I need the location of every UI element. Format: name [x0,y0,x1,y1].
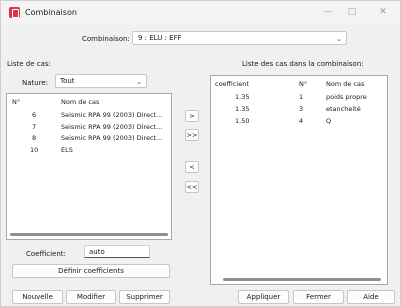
new-button[interactable]: Nouvelle [12,290,63,304]
combination-list-title: Liste des cas dans la combinaison: [242,60,364,68]
combinaison-value: 9 : ELU : EFF [138,34,182,42]
nature-value: Tout [60,77,75,85]
horizontal-scrollbar[interactable] [223,278,381,281]
minimize-icon[interactable]: — [320,5,336,19]
table-row[interactable]: 7 Seismic RPA 99 (2003) Direct... [7,123,171,133]
table-row[interactable]: 1.35 3 etancheité [211,105,387,115]
combinaison-select[interactable]: 9 : ELU : EFF ⌄ [132,31,347,45]
case-name: poids propre [326,93,367,101]
case-name: Seismic RPA 99 (2003) Direct... [61,123,163,131]
combinaison-label: Combinaison: [82,35,130,43]
case-name: etancheité [326,105,361,113]
case-name: ELS [61,146,73,154]
case-number: 3 [299,105,304,113]
coefficient-input[interactable]: auto [84,245,150,258]
case-name: Seismic RPA 99 (2003) Direct... [61,134,163,142]
chevron-down-icon: ⌄ [136,78,142,86]
table-row[interactable]: 1.50 4 Q [211,117,387,127]
apply-button[interactable]: Appliquer [238,290,289,304]
delete-button[interactable]: Supprimer [119,290,170,304]
case-number: 10 [30,146,39,154]
close-button[interactable]: Fermer [293,290,344,304]
case-number: 6 [32,111,37,119]
column-header-name: Nom de cas [326,80,365,88]
case-list-title: Liste de cas: [7,60,51,68]
case-list[interactable]: N° Nom de cas 6 Seismic RPA 99 (2003) Di… [6,93,172,240]
table-row[interactable]: 6 Seismic RPA 99 (2003) Direct... [7,111,171,121]
chevron-down-icon: ⌄ [336,35,342,43]
column-header-no: N° [12,98,21,106]
table-row[interactable]: 8 Seismic RPA 99 (2003) Direct... [7,134,171,144]
case-number: 1 [299,93,304,101]
case-coefficient: 1.50 [235,117,250,125]
close-icon[interactable]: ✕ [375,5,391,19]
title-bar: Combinaison — □ ✕ [1,1,400,25]
combination-case-list[interactable]: coefficient N° Nom de cas 1.35 1 poids p… [210,75,388,285]
table-row[interactable]: 1.35 1 poids propre [211,93,387,103]
table-row[interactable]: 10 ELS [7,146,171,156]
case-name: Seismic RPA 99 (2003) Direct... [61,111,163,119]
case-number: 7 [32,123,37,131]
case-coefficient: 1.35 [235,93,250,101]
app-icon [9,7,20,18]
case-coefficient: 1.35 [235,105,250,113]
remove-all-cases-button[interactable]: << [185,181,199,193]
add-all-cases-button[interactable]: >> [185,129,199,141]
case-number: 8 [32,134,37,142]
column-header-name: Nom de cas [61,98,100,106]
window-title: Combinaison [25,8,77,17]
column-header-no: N° [299,80,308,88]
modify-button[interactable]: Modifier [66,290,116,304]
help-button[interactable]: Aide [347,290,395,304]
define-coefficients-button[interactable]: Définir coefficients [12,264,170,278]
case-name: Q [326,117,332,125]
remove-case-button[interactable]: < [185,161,199,173]
combinaison-dialog: Combinaison — □ ✕ Combinaison: 9 : ELU :… [0,0,401,307]
case-number: 4 [299,117,304,125]
maximize-icon[interactable]: □ [344,5,360,19]
column-header-coefficient: coefficient [215,80,249,88]
horizontal-scrollbar[interactable] [10,233,168,236]
add-case-button[interactable]: > [185,110,199,122]
nature-select[interactable]: Tout ⌄ [55,74,147,88]
nature-label: Nature: [22,79,49,87]
coefficient-label: Coefficient: [26,250,66,258]
